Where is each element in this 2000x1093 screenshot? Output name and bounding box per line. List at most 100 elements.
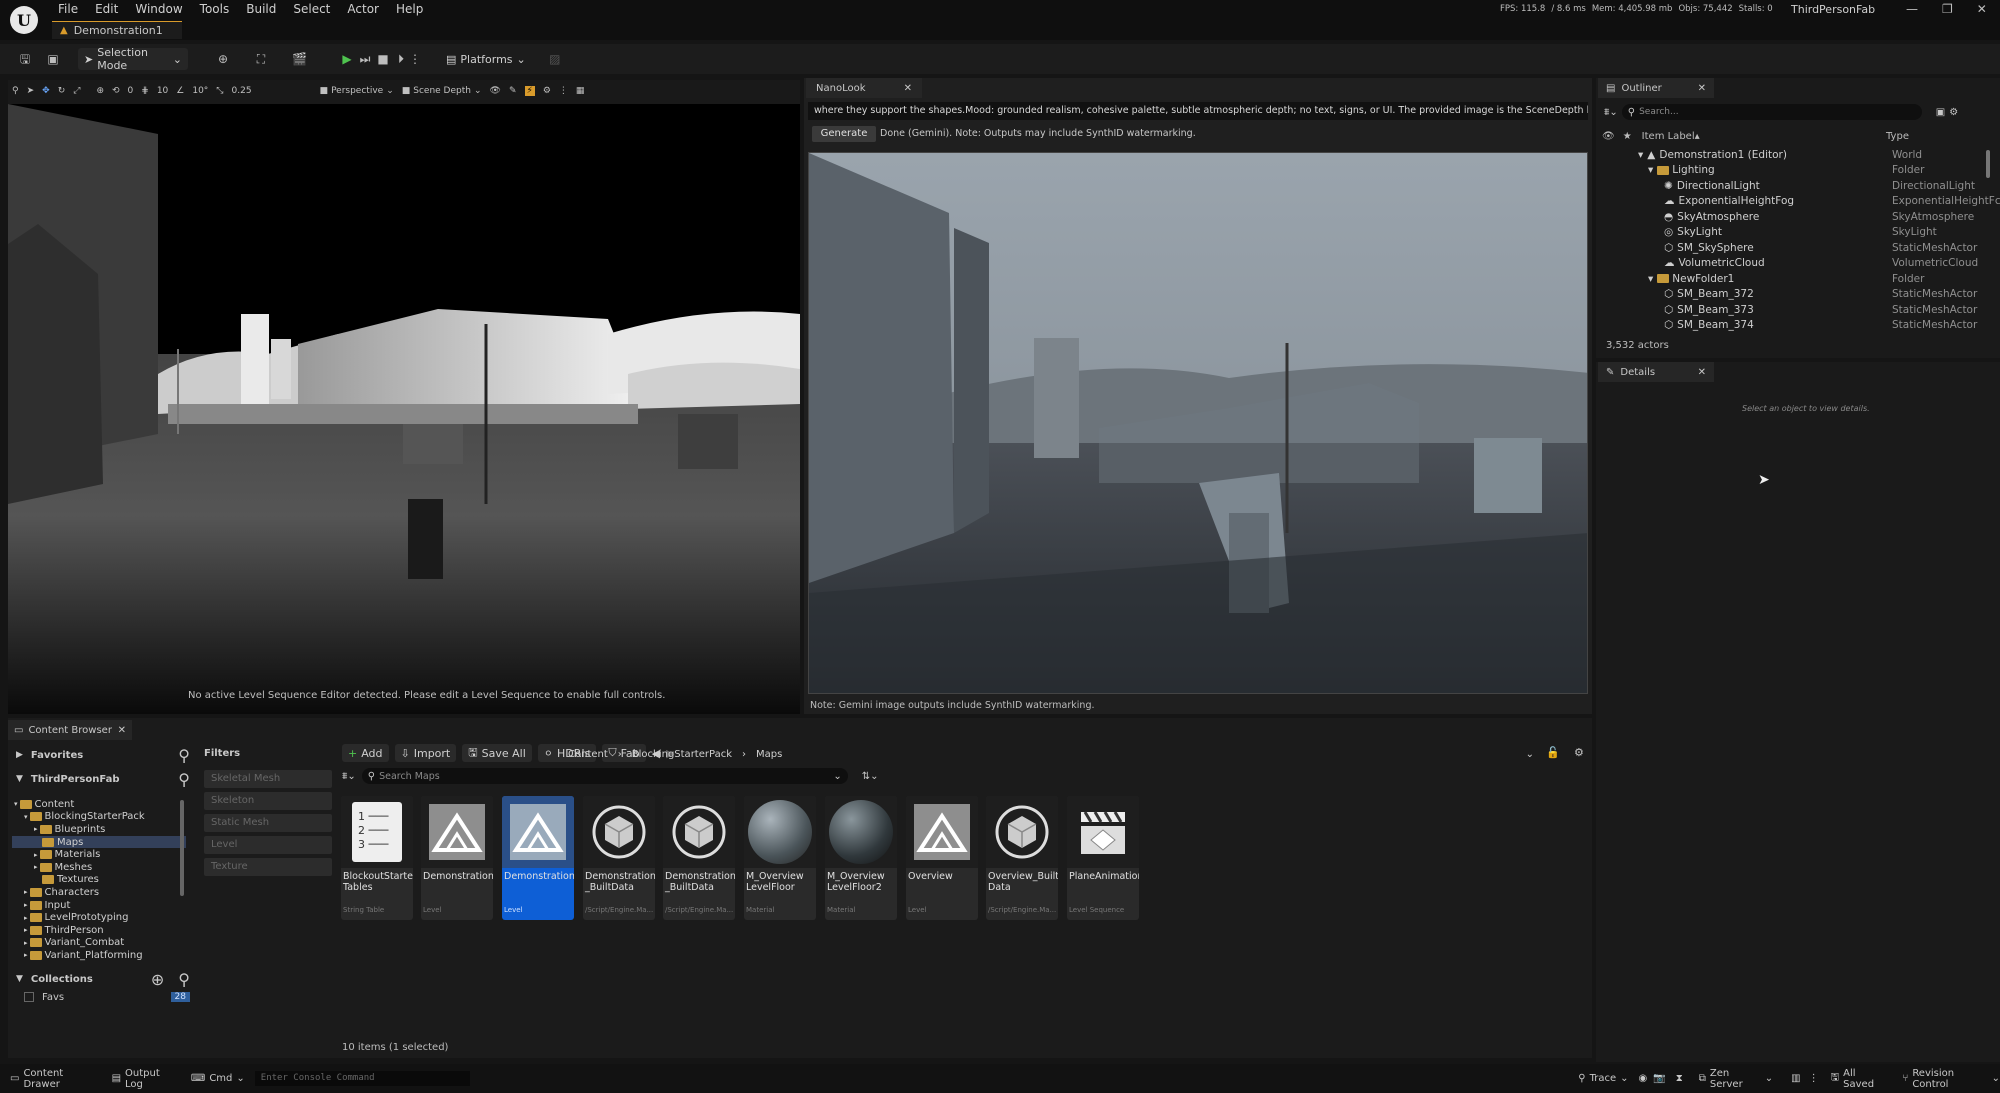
- close-icon[interactable]: ✕: [1977, 2, 1987, 16]
- outliner-row[interactable]: ☁ VolumetricCloud VolumetricCloud: [1602, 256, 1988, 272]
- favorites-header[interactable]: ▶ Favorites ⚲: [16, 746, 190, 765]
- collapse-arrow-icon[interactable]: ▾: [1648, 273, 1653, 285]
- nanolook-tab[interactable]: NanoLook ✕: [806, 78, 922, 98]
- close-icon[interactable]: ✕: [1698, 367, 1706, 378]
- filter-static-mesh[interactable]: Static Mesh: [204, 814, 332, 832]
- tree-item-characters[interactable]: ▸ Characters: [12, 886, 186, 899]
- menu-window[interactable]: Window: [135, 2, 182, 16]
- filter-skeleton[interactable]: Skeleton: [204, 792, 332, 810]
- show-icon[interactable]: 👁: [490, 86, 501, 96]
- add-collection-icon[interactable]: ⊕: [151, 970, 164, 989]
- derived-data-icon[interactable]: ⧗: [1676, 1073, 1683, 1084]
- project-header[interactable]: ▼ ThirdPersonFab ⚲: [16, 770, 190, 789]
- tree-item-variant-combat[interactable]: ▸ Variant_Combat: [12, 937, 186, 950]
- outliner-row[interactable]: ▾ ▲ Demonstration1 (Editor) World: [1602, 147, 1988, 163]
- filter-skeletal-mesh[interactable]: Skeletal Mesh: [204, 770, 332, 788]
- tree-scrollbar[interactable]: [180, 800, 184, 896]
- menu-select[interactable]: Select: [293, 2, 330, 16]
- outliner-row[interactable]: ▾ Lighting Folder: [1602, 163, 1988, 179]
- menu-file[interactable]: File: [58, 2, 78, 16]
- asset-tile[interactable]: Overview Level: [906, 796, 978, 920]
- tree-item-meshes[interactable]: ▸ Meshes: [12, 861, 186, 874]
- stop-icon[interactable]: ■: [376, 52, 390, 66]
- prompt-input[interactable]: where they support the shapes.Mood: grou…: [808, 102, 1588, 120]
- chevron-down-icon[interactable]: ⌄: [1526, 749, 1534, 760]
- viewport-options-icon[interactable]: ⋮: [559, 86, 568, 96]
- add-actor-icon[interactable]: ⊕: [216, 52, 230, 66]
- scale-icon[interactable]: ⤢: [73, 86, 80, 96]
- save-all-button[interactable]: 🖫 Save All: [462, 744, 532, 762]
- search-icon[interactable]: ⚲: [178, 970, 190, 989]
- outliner-row[interactable]: ⬡ SM_Beam_372 StaticMeshActor: [1602, 287, 1988, 303]
- outliner-row[interactable]: ▾ NewFolder1 Folder: [1602, 271, 1988, 287]
- search-icon[interactable]: ⚲: [178, 746, 190, 765]
- asset-tile[interactable]: Overview_Built Data/Script/Engine.Ma...: [986, 796, 1058, 920]
- move-icon[interactable]: ✥: [42, 86, 50, 96]
- tree-item-thirdperson[interactable]: ▸ ThirdPerson: [12, 924, 186, 937]
- console-input[interactable]: Enter Console Command: [254, 1071, 471, 1086]
- save-status[interactable]: 🖫 All Saved: [1831, 1068, 1887, 1090]
- content-drawer-button[interactable]: ▭ Content Drawer: [10, 1068, 98, 1090]
- tree-item-input[interactable]: ▸ Input: [12, 899, 186, 912]
- asset-tile[interactable]: M_Overview LevelFloor Material: [744, 796, 816, 920]
- step-icon[interactable]: ⏭: [358, 52, 372, 66]
- menu-help[interactable]: Help: [396, 2, 423, 16]
- item-label-header[interactable]: Item Label: [1642, 131, 1695, 142]
- outliner-row[interactable]: ⬡ SM_Beam_373 StaticMeshActor: [1602, 302, 1988, 318]
- details-tab[interactable]: ✎ Details ✕: [1598, 362, 1714, 382]
- menu-edit[interactable]: Edit: [95, 2, 118, 16]
- trace-button[interactable]: ⚲ Trace ⌄: [1578, 1073, 1628, 1084]
- filter-icon[interactable]: ⩩⌄: [342, 771, 356, 782]
- scene-depth-render[interactable]: No active Level Sequence Editor detected…: [8, 104, 800, 714]
- close-icon[interactable]: ✕: [118, 725, 126, 736]
- close-icon[interactable]: ✕: [904, 83, 912, 94]
- outliner-row[interactable]: ◓ SkyAtmosphere SkyAtmosphere: [1602, 209, 1988, 225]
- asset-tile-selected[interactable]: Demonstration2 Level: [502, 796, 574, 920]
- selection-mode-button[interactable]: ➤ Selection Mode ⌄: [78, 46, 188, 72]
- cinematics-icon[interactable]: 🎬: [292, 52, 307, 66]
- add-button[interactable]: + Add: [342, 744, 389, 762]
- tree-item-maps[interactable]: Maps: [12, 835, 186, 849]
- tree-item-blueprints[interactable]: ▸ Blueprints: [12, 823, 186, 836]
- breadcrumb-maps[interactable]: Maps: [756, 749, 782, 760]
- tree-item-variant-platforming[interactable]: ▸ Variant_Platforming: [12, 949, 186, 962]
- snap-highlight-icon[interactable]: ⚡: [524, 86, 535, 96]
- grid-snap-value[interactable]: 10: [157, 86, 168, 96]
- select-icon[interactable]: ➤: [27, 86, 35, 96]
- close-icon[interactable]: ✕: [1698, 83, 1706, 94]
- scale-snap-value[interactable]: 0.25: [232, 86, 252, 96]
- asset-tile[interactable]: Demonstration2 _BuiltData/Script/Engine.…: [663, 796, 735, 920]
- collapse-arrow-icon[interactable]: ▾: [1638, 149, 1643, 161]
- add-folder-icon[interactable]: ▣: [1936, 107, 1945, 118]
- outliner-tab[interactable]: ▤ Outliner ✕: [1598, 78, 1714, 98]
- content-icon[interactable]: ▣: [46, 52, 60, 66]
- asset-tile[interactable]: PlaneAnimation Level Sequence: [1067, 796, 1139, 920]
- document-tab[interactable]: ▲ Demonstration1: [52, 21, 182, 39]
- realtime-icon[interactable]: ✎: [509, 86, 517, 96]
- checkbox-icon[interactable]: [24, 992, 34, 1002]
- pin-star-icon[interactable]: ★: [1623, 131, 1632, 142]
- settings-icon[interactable]: ⚙: [1949, 107, 1958, 118]
- asset-tile[interactable]: 1 ───2 ───3 ─── BlockoutStarterPack_Srtin…: [341, 796, 413, 920]
- view-mode-button[interactable]: ■ Scene Depth ⌄: [402, 86, 482, 96]
- outliner-row[interactable]: ⬡ SM_Beam_374 StaticMeshActor: [1602, 318, 1988, 334]
- outliner-row[interactable]: ☁ ExponentialHeightFog ExponentialHeightFc: [1602, 194, 2000, 210]
- rotation-value[interactable]: 0: [128, 86, 134, 96]
- tree-item-levelprototyping[interactable]: ▸ LevelPrototyping: [12, 911, 186, 924]
- more-options-icon[interactable]: ⋮: [408, 52, 422, 66]
- outliner-row[interactable]: ◎ SkyLight SkyLight: [1602, 225, 1988, 241]
- tree-item-textures[interactable]: Textures: [12, 874, 186, 887]
- surface-snap-icon[interactable]: ⟲: [112, 86, 120, 96]
- play-icon[interactable]: ▶: [340, 52, 354, 66]
- stats-icon[interactable]: ▥: [1791, 1073, 1800, 1084]
- more-icon[interactable]: ⋮: [1809, 1073, 1819, 1084]
- settings-icon[interactable]: ⚙: [1574, 746, 1584, 759]
- scale-snap-icon[interactable]: ⤡: [216, 86, 223, 96]
- collections-header[interactable]: ▼ Collections ⊕ ⚲: [16, 970, 190, 989]
- import-button[interactable]: ⇩ Import: [394, 744, 457, 762]
- type-header[interactable]: Type: [1886, 131, 1909, 142]
- outliner-row[interactable]: ⬡ SM_SkySphere StaticMeshActor: [1602, 240, 1988, 256]
- asset-search-input[interactable]: ⚲ Search Maps ⌄: [361, 768, 848, 784]
- platforms-button[interactable]: ▤ Platforms ⌄: [440, 48, 532, 70]
- record-icon[interactable]: ◉: [1639, 1073, 1648, 1084]
